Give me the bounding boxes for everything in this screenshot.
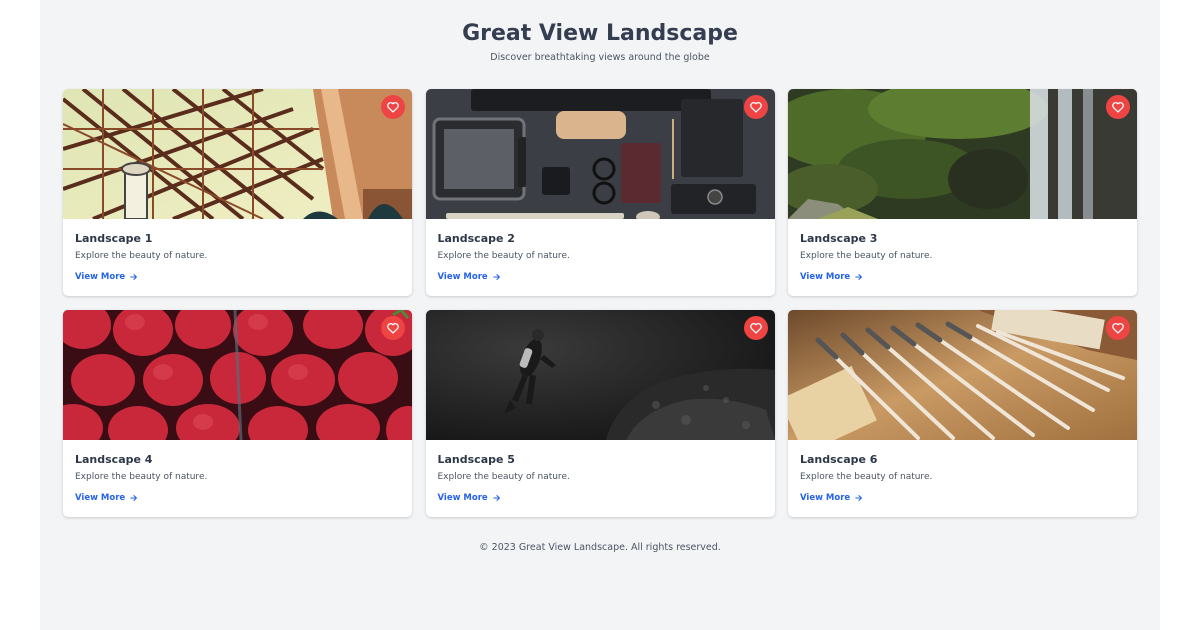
page-header: Great View Landscape Discover breathtaki… [40,0,1160,63]
card-description: Explore the beauty of nature. [800,251,933,261]
footer-copyright: © 2023 Great View Landscape. All rights … [479,542,721,553]
card-image-waterfall [788,89,1137,219]
card-image-diver [425,310,775,440]
view-more-link[interactable]: View More [800,272,863,282]
card-image-steel-tower [63,89,412,219]
view-more-label: View More [75,272,126,282]
card-title: Landscape 5 [437,453,515,466]
favorite-button[interactable] [381,316,405,340]
card-description: Explore the beauty of nature. [75,472,208,482]
favorite-button[interactable] [743,316,768,340]
view-more-label: View More [800,493,851,503]
arrow-right-icon [130,273,138,281]
landscape-card: Landscape 4 Explore the beauty of nature… [63,310,412,517]
page: Great View Landscape Discover breathtaki… [40,0,1160,630]
view-more-label: View More [800,272,851,282]
card-description: Explore the beauty of nature. [437,251,570,261]
page-subtitle: Discover breathtaking views around the g… [490,52,710,63]
view-more-label: View More [437,272,488,282]
landscape-grid: Landscape 1 Explore the beauty of nature… [63,89,1137,517]
card-title: Landscape 3 [800,232,878,245]
arrow-right-icon [855,273,863,281]
arrow-right-icon [130,494,138,502]
landscape-card: Landscape 2 Explore the beauty of nature… [425,89,775,296]
heart-icon [387,323,399,334]
heart-icon [1112,323,1124,334]
heart-icon [387,102,399,113]
card-title: Landscape 1 [75,232,153,245]
page-title: Great View Landscape [462,21,738,46]
arrow-right-icon [492,273,501,281]
card-description: Explore the beauty of nature. [437,472,570,482]
card-image-paint-brushes [788,310,1137,440]
view-more-link[interactable]: View More [800,493,863,503]
arrow-right-icon [492,494,501,502]
landscape-card: Landscape 3 Explore the beauty of nature… [788,89,1137,296]
view-more-label: View More [75,493,126,503]
landscape-card: Landscape 5 Explore the beauty of nature… [425,310,775,517]
arrow-right-icon [855,494,863,502]
card-title: Landscape 4 [75,453,153,466]
view-more-label: View More [437,493,488,503]
card-title: Landscape 2 [437,232,515,245]
heart-icon [1112,102,1124,113]
card-image-desk-flatlay [425,89,775,219]
heart-icon [749,102,762,113]
view-more-link[interactable]: View More [438,493,501,503]
card-description: Explore the beauty of nature. [800,472,933,482]
favorite-button[interactable] [1106,95,1130,119]
landscape-card: Landscape 6 Explore the beauty of nature… [788,310,1137,517]
view-more-link[interactable]: View More [438,272,501,282]
card-title: Landscape 6 [800,453,878,466]
favorite-button[interactable] [1106,316,1130,340]
landscape-card: Landscape 1 Explore the beauty of nature… [63,89,412,296]
view-more-link[interactable]: View More [75,493,138,503]
card-image-strawberries [63,310,412,440]
card-description: Explore the beauty of nature. [75,251,208,261]
heart-icon [749,323,762,334]
favorite-button[interactable] [381,95,405,119]
favorite-button[interactable] [743,95,768,119]
view-more-link[interactable]: View More [75,272,138,282]
